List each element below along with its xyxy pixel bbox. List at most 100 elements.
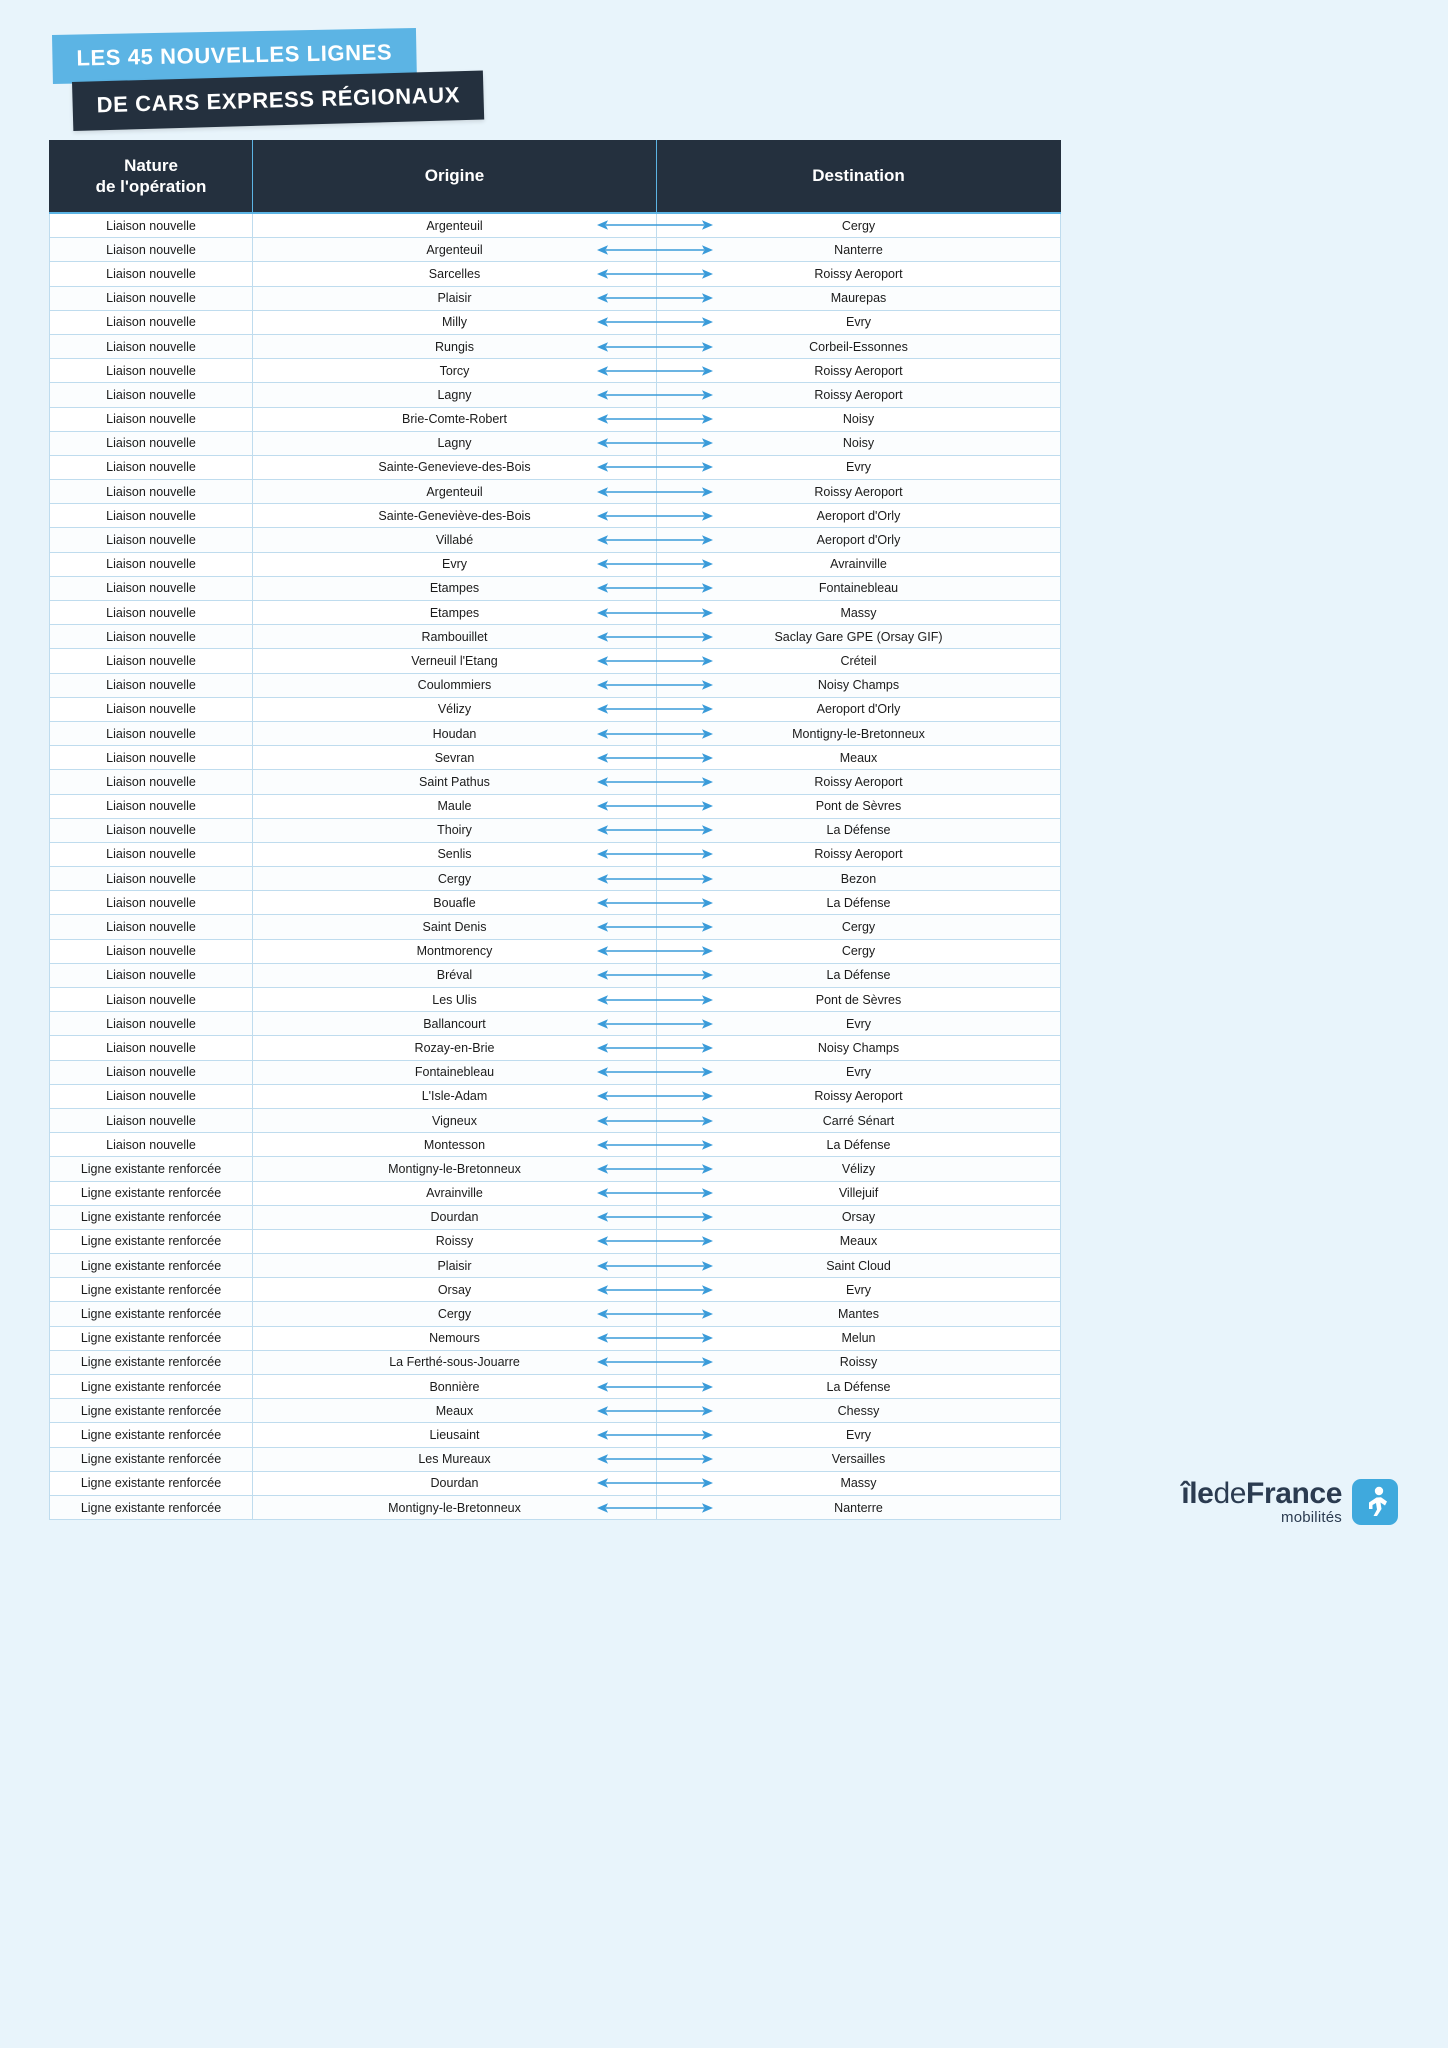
cell-origin: Villabé — [252, 527, 657, 553]
cell-nature: Ligne existante renforcée — [49, 1229, 253, 1255]
cell-nature: Ligne existante renforcée — [49, 1471, 253, 1496]
table-row: Liaison nouvelle Argenteuil Roissy Aeropor… — [49, 479, 1061, 505]
table-row: Ligne existante renforcée La Ferthé-sous-… — [49, 1350, 1061, 1376]
cell-destination: Mantes — [656, 1301, 1061, 1327]
cell-destination: Saclay Gare GPE (Orsay GIF) — [656, 624, 1061, 650]
table-row: Ligne existante renforcée Roissy Meaux — [49, 1229, 1061, 1255]
cell-destination: Pont de Sèvres — [656, 794, 1061, 819]
table-row: Liaison nouvelle Lagny Roissy Aeroport — [49, 382, 1061, 408]
table-row: Liaison nouvelle Argenteuil Nanterre — [49, 237, 1061, 263]
cell-destination: Corbeil-Essonnes — [656, 334, 1061, 360]
table-row: Liaison nouvelle Montmorency Cergy — [49, 939, 1061, 964]
cell-destination: Meaux — [656, 745, 1061, 771]
cell-origin: Senlis — [252, 842, 657, 868]
cell-nature: Liaison nouvelle — [49, 648, 253, 674]
cell-nature: Liaison nouvelle — [49, 310, 253, 335]
cell-origin: Dourdan — [252, 1471, 657, 1496]
cell-origin: Evry — [252, 552, 657, 577]
cell-destination: Pont de Sèvres — [656, 987, 1061, 1013]
cell-origin: Bonnière — [252, 1374, 657, 1400]
cell-destination: Roissy Aeroport — [656, 769, 1061, 795]
table-row: Liaison nouvelle Plaisir Maurepas — [49, 286, 1061, 311]
cell-destination: Orsay — [656, 1205, 1061, 1230]
cell-destination: Roissy Aeroport — [656, 479, 1061, 505]
cell-destination: Massy — [656, 1471, 1061, 1496]
cell-origin: Saint Pathus — [252, 769, 657, 795]
cell-origin: Bréval — [252, 963, 657, 989]
cell-nature: Liaison nouvelle — [49, 358, 253, 384]
cell-origin: Sevran — [252, 745, 657, 771]
cell-origin: Roissy — [252, 1229, 657, 1255]
cell-nature: Liaison nouvelle — [49, 866, 253, 892]
column-header-nature-line2: de l'opération — [95, 177, 207, 196]
cell-destination: Evry — [656, 1422, 1061, 1448]
cell-nature: Liaison nouvelle — [49, 552, 253, 577]
bus-lines-table: Nature de l'opération Origine Destinatio… — [49, 140, 1061, 1521]
column-header-origin: Origine — [252, 140, 657, 214]
table-row: Liaison nouvelle Saint Pathus Roissy Aerop… — [49, 769, 1061, 795]
table-row: Liaison nouvelle Houdan Montigny-le-Breton… — [49, 721, 1061, 747]
title-block: LES 45 NOUVELLES LIGNES DE CARS EXPRESS … — [0, 28, 1448, 140]
logo-subtitle: mobilités — [1281, 1508, 1342, 1526]
cell-nature: Liaison nouvelle — [49, 455, 253, 481]
cell-destination: Bezon — [656, 866, 1061, 892]
cell-origin: Montesson — [252, 1132, 657, 1158]
cell-nature: Ligne existante renforcée — [49, 1447, 253, 1472]
cell-destination: Roissy Aeroport — [656, 842, 1061, 868]
cell-destination: Versailles — [656, 1447, 1061, 1472]
cell-destination: Créteil — [656, 648, 1061, 674]
cell-origin: Torcy — [252, 358, 657, 384]
cell-destination: Meaux — [656, 1229, 1061, 1255]
table-row: Liaison nouvelle Rambouillet Saclay Gare G… — [49, 624, 1061, 650]
cell-nature: Ligne existante renforcée — [49, 1205, 253, 1230]
table-row: Liaison nouvelle Sevran Meaux — [49, 745, 1061, 771]
cell-nature: Liaison nouvelle — [49, 963, 253, 989]
cell-nature: Liaison nouvelle — [49, 334, 253, 360]
cell-nature: Liaison nouvelle — [49, 1060, 253, 1085]
logo-name-part3: France — [1246, 1477, 1342, 1510]
table-row: Liaison nouvelle Etampes Fontainebleau — [49, 576, 1061, 602]
cell-nature: Liaison nouvelle — [49, 286, 253, 311]
cell-nature: Liaison nouvelle — [49, 600, 253, 626]
table-row: Liaison nouvelle Montesson La Défense — [49, 1132, 1061, 1158]
cell-destination: Melun — [656, 1326, 1061, 1351]
cell-nature: Ligne existante renforcée — [49, 1350, 253, 1376]
table-row: Liaison nouvelle Rungis Corbeil-Essonnes — [49, 334, 1061, 360]
table-row: Liaison nouvelle Ballancourt Evry — [49, 1011, 1061, 1037]
table-header: Nature de l'opération Origine Destinatio… — [49, 140, 1061, 214]
cell-nature: Ligne existante renforcée — [49, 1277, 253, 1303]
cell-origin: Etampes — [252, 576, 657, 602]
table-row: Ligne existante renforcée Dourdan Massy — [49, 1471, 1061, 1496]
cell-nature: Liaison nouvelle — [49, 721, 253, 747]
cell-nature: Liaison nouvelle — [49, 213, 253, 239]
cell-destination: Evry — [656, 1060, 1061, 1085]
cell-origin: Argenteuil — [252, 479, 657, 505]
cell-origin: Rozay-en-Brie — [252, 1035, 657, 1061]
cell-destination: Roissy Aeroport — [656, 382, 1061, 408]
table-row: Liaison nouvelle L'Isle-Adam Roissy Aeropo… — [49, 1084, 1061, 1109]
cell-nature: Liaison nouvelle — [49, 794, 253, 819]
table-row: Liaison nouvelle Verneuil l'Etang Créteil — [49, 648, 1061, 674]
cell-origin: Argenteuil — [252, 237, 657, 263]
cell-origin: Nemours — [252, 1326, 657, 1351]
table-row: Ligne existante renforcée Montigny-le-Bre… — [49, 1156, 1061, 1182]
table-row: Liaison nouvelle Brie-Comte-Robert Noisy — [49, 407, 1061, 432]
logo-wordmark: îledeFrance — [1181, 1478, 1342, 1510]
cell-nature: Liaison nouvelle — [49, 697, 253, 722]
cell-origin: Montigny-le-Bretonneux — [252, 1495, 657, 1521]
cell-origin: Thoiry — [252, 818, 657, 843]
table-row: Liaison nouvelle Evry Avrainville — [49, 552, 1061, 577]
title-banner-secondary: DE CARS EXPRESS RÉGIONAUX — [72, 70, 485, 131]
cell-nature: Liaison nouvelle — [49, 1108, 253, 1134]
cell-nature: Ligne existante renforcée — [49, 1253, 253, 1279]
table-row: Liaison nouvelle Sainte-Genevieve-des-Boi… — [49, 455, 1061, 481]
table-row: Liaison nouvelle Etampes Massy — [49, 600, 1061, 626]
cell-origin: Les Ulis — [252, 987, 657, 1013]
column-header-destination: Destination — [656, 140, 1061, 214]
cell-destination: Massy — [656, 600, 1061, 626]
ile-de-france-mobilites-logo: îledeFrance mobilités — [1181, 1478, 1398, 1525]
cell-nature: Liaison nouvelle — [49, 1035, 253, 1061]
table-row: Ligne existante renforcée Lieusaint Evry — [49, 1422, 1061, 1448]
cell-nature: Liaison nouvelle — [49, 1084, 253, 1109]
cell-nature: Ligne existante renforcée — [49, 1181, 253, 1206]
